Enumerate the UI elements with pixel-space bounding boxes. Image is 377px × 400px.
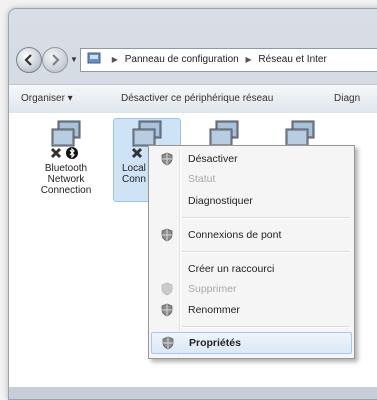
- menu-item-bridge[interactable]: Connexions de pont: [151, 225, 352, 245]
- connection-label-line: Connection: [40, 185, 92, 196]
- menu-item-label: Connexions de pont: [188, 229, 282, 241]
- menu-item-properties[interactable]: Propriétés: [151, 332, 352, 354]
- command-bar: Organiser ▾ Désactiver ce périphérique r…: [9, 84, 377, 114]
- menu-separator: [182, 217, 350, 219]
- menu-separator: [182, 251, 350, 253]
- control-panel-icon: [87, 52, 101, 64]
- shield-icon: [161, 228, 173, 242]
- menu-item-label: Créer un raccourci: [188, 263, 275, 275]
- menu-separator: [182, 326, 350, 328]
- menu-item-label: Supprimer: [188, 283, 237, 295]
- menu-item-create-shortcut[interactable]: Créer un raccourci: [151, 259, 352, 279]
- navigation-bar: ▼ ▶ Panneau de configuration ▶ Réseau et…: [14, 44, 377, 78]
- breadcrumb-separator-icon: ▶: [245, 55, 252, 64]
- menu-item-status[interactable]: Statut: [151, 169, 352, 189]
- back-arrow-icon: [24, 54, 32, 66]
- organize-button[interactable]: Organiser ▾: [21, 85, 73, 113]
- breadcrumb-separator-icon: ▶: [111, 55, 118, 64]
- forward-arrow-icon: [52, 54, 60, 66]
- breadcrumb-network-internet[interactable]: Réseau et Inter: [258, 54, 326, 65]
- menu-item-label: Statut: [188, 173, 216, 185]
- menu-item-rename[interactable]: Renommer: [151, 300, 352, 320]
- disable-device-button[interactable]: Désactiver ce périphérique réseau: [121, 85, 273, 113]
- history-dropdown-icon[interactable]: ▼: [70, 55, 78, 64]
- shield-icon: [161, 303, 173, 317]
- breadcrumb-control-panel[interactable]: Panneau de configuration: [125, 54, 239, 65]
- address-bar[interactable]: ▶ Panneau de configuration ▶ Réseau et I…: [80, 48, 377, 72]
- back-button[interactable]: [16, 47, 42, 73]
- menu-item-label: Propriétés: [189, 337, 241, 349]
- menu-item-label: Diagnostiquer: [188, 195, 253, 207]
- menu-item-label: Renommer: [188, 304, 240, 316]
- connection-label-line: Bluetooth: [44, 163, 88, 174]
- connection-label-line: Network: [47, 174, 85, 185]
- shield-icon: [162, 336, 174, 350]
- shield-icon: [161, 152, 173, 166]
- diagnose-button[interactable]: Diagn: [334, 85, 360, 113]
- connection-item-bluetooth[interactable]: Bluetooth Network Connection: [31, 119, 101, 196]
- menu-item-label: Désactiver: [188, 153, 238, 165]
- menu-item-delete[interactable]: Supprimer: [151, 279, 352, 299]
- menu-item-diagnose[interactable]: Diagnostiquer: [151, 191, 352, 211]
- menu-item-disable[interactable]: Désactiver: [151, 149, 352, 169]
- shield-icon: [161, 282, 173, 296]
- forward-button[interactable]: [42, 47, 68, 73]
- context-menu: Désactiver Statut Diagnostiquer Connexio…: [148, 145, 355, 359]
- network-adapter-icon: [50, 120, 81, 159]
